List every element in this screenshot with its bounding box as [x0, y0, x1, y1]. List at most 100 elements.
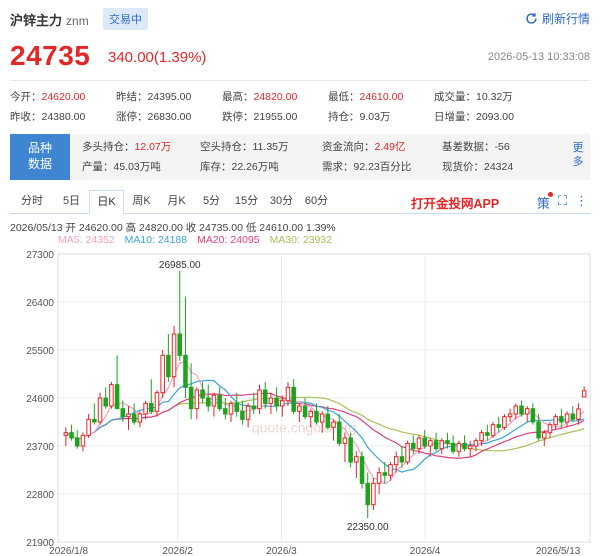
candle-body: [496, 424, 501, 428]
tab-7[interactable]: 30分: [264, 190, 299, 213]
candle-body: [92, 418, 97, 423]
price-change: 340.00(1.39%): [108, 49, 207, 66]
tab-8[interactable]: 60分: [299, 190, 334, 213]
candle-body: [519, 405, 524, 415]
candle-body: [217, 394, 222, 410]
candle-body: [405, 442, 410, 463]
x-tick-label: 2026/5/13: [536, 546, 581, 556]
candle-body: [365, 482, 370, 506]
stat-value: 10.32万: [476, 91, 513, 103]
candle-body: [411, 442, 416, 450]
variety-value: 22.26万吨: [231, 161, 279, 173]
candle-body: [473, 440, 479, 447]
variety-cell: 库存：22.26万吨: [200, 157, 322, 177]
candle-body: [536, 421, 541, 439]
x-tick-label: 2026/3: [266, 546, 297, 556]
stats-row: 昨收：24380.00 涨停：26830.00 跌停：21955.00 持仓：9.03…: [10, 107, 590, 127]
candle-body: [228, 402, 234, 415]
candle-body: [234, 402, 239, 412]
variety-value: 24324: [484, 161, 514, 173]
candle-body: [399, 456, 405, 463]
candle-body: [559, 416, 564, 423]
tab-6[interactable]: 15分: [229, 190, 264, 213]
candle-body: [445, 440, 450, 444]
variety-label-2: 数据: [27, 157, 52, 171]
candle-body: [285, 386, 291, 402]
stat-label: 最低：: [328, 91, 360, 103]
variety-label: 现货价：: [442, 161, 484, 173]
tab-0[interactable]: 分时: [10, 190, 54, 213]
tab-1[interactable]: 5日: [54, 190, 89, 213]
candle-body: [149, 402, 154, 412]
candle-body: [433, 440, 439, 450]
variety-label: 空头持仓：: [200, 141, 253, 153]
low-annotation: 22350.00: [347, 522, 389, 533]
candle-body: [205, 397, 211, 407]
stat-cell: 最低：24610.00: [328, 87, 434, 107]
quote-stats: 今开：24620.00 昨结：24395.00 最高：24820.00 最低：2461…: [10, 80, 590, 134]
candle-body: [422, 437, 427, 447]
candle-body: [547, 424, 553, 434]
candle-body: [513, 405, 519, 415]
candle-body: [297, 405, 302, 412]
strategy-button[interactable]: 策: [537, 192, 553, 212]
y-tick-label: 25500: [26, 346, 54, 357]
candle-body: [450, 442, 456, 452]
candle-body: [553, 416, 558, 426]
candle-body: [74, 437, 80, 447]
page-title: 沪锌主力 znm: [10, 10, 89, 29]
candle-body: [428, 440, 433, 447]
candle-body: [393, 456, 399, 466]
refresh-quote-button[interactable]: 刷新行情: [525, 10, 590, 27]
candle-body: [371, 482, 376, 506]
open-app-link[interactable]: 打开金投网APP: [411, 193, 499, 212]
kline-chart[interactable]: 273002640025500246002370022800219002026/…: [0, 244, 600, 556]
variety-value: 2.49亿: [374, 141, 406, 153]
candle-body: [194, 389, 200, 410]
variety-label: 库存：: [200, 161, 232, 173]
variety-label-1: 品种: [27, 141, 52, 155]
candle-body: [251, 405, 257, 410]
candle-body: [114, 384, 120, 410]
variety-cell: 需求：92.23百分比: [322, 157, 442, 177]
candle-body: [456, 442, 462, 452]
variety-row: 产量：45.03万吨 库存：22.26万吨 需求：92.23百分比 现货价：24324: [82, 157, 566, 177]
settings-icon[interactable]: ⋮: [575, 193, 588, 212]
stat-cell: 昨收：24380.00: [10, 107, 116, 127]
candle-body: [80, 434, 86, 447]
variety-cell: 多头持仓：12.07万: [82, 137, 200, 157]
y-tick-label: 24600: [26, 394, 54, 405]
stat-label: 跌停：: [222, 111, 254, 123]
tab-2[interactable]: 日K: [89, 190, 124, 214]
header: 沪锌主力 znm 交易中 刷新行情: [0, 0, 600, 40]
candle-body: [302, 405, 308, 418]
fullscreen-icon[interactable]: ⛶: [558, 193, 567, 212]
variety-label: 产量：: [82, 161, 114, 173]
x-tick-label: 2026/1/8: [49, 546, 88, 556]
tab-5[interactable]: 5分: [194, 190, 229, 213]
variety-cell: 产量：45.03万吨: [82, 157, 200, 177]
stat-value: 24610.00: [359, 91, 404, 103]
more-button[interactable]: 更 多: [566, 134, 590, 180]
candle-body: [268, 397, 274, 404]
candle-body: [154, 392, 160, 412]
tab-4[interactable]: 月K: [159, 190, 194, 213]
variety-label: 基差数据：: [442, 141, 495, 153]
more-label-2: 多: [572, 156, 584, 168]
stat-label: 日增量：: [434, 111, 476, 123]
quote-timestamp: 2026-05-13 10:33:08: [487, 51, 590, 63]
variety-cell: 资金流向：2.49亿: [322, 137, 442, 157]
variety-label: 资金流向：: [322, 141, 375, 153]
variety-value: 92.23百分比: [353, 161, 412, 173]
candle-body: [86, 418, 91, 436]
variety-cell: 现货价：24324: [442, 157, 560, 177]
candle-body: [262, 389, 268, 404]
candle-body: [103, 397, 108, 407]
y-tick-label: 26400: [26, 298, 54, 309]
stat-cell: 日增量：2093.00: [434, 107, 554, 127]
stat-value: 26830.00: [147, 111, 192, 123]
y-tick-label: 22800: [26, 490, 54, 501]
candle-body: [462, 442, 467, 450]
tab-3[interactable]: 周K: [124, 190, 159, 213]
high-annotation: 26985.00: [159, 260, 201, 271]
